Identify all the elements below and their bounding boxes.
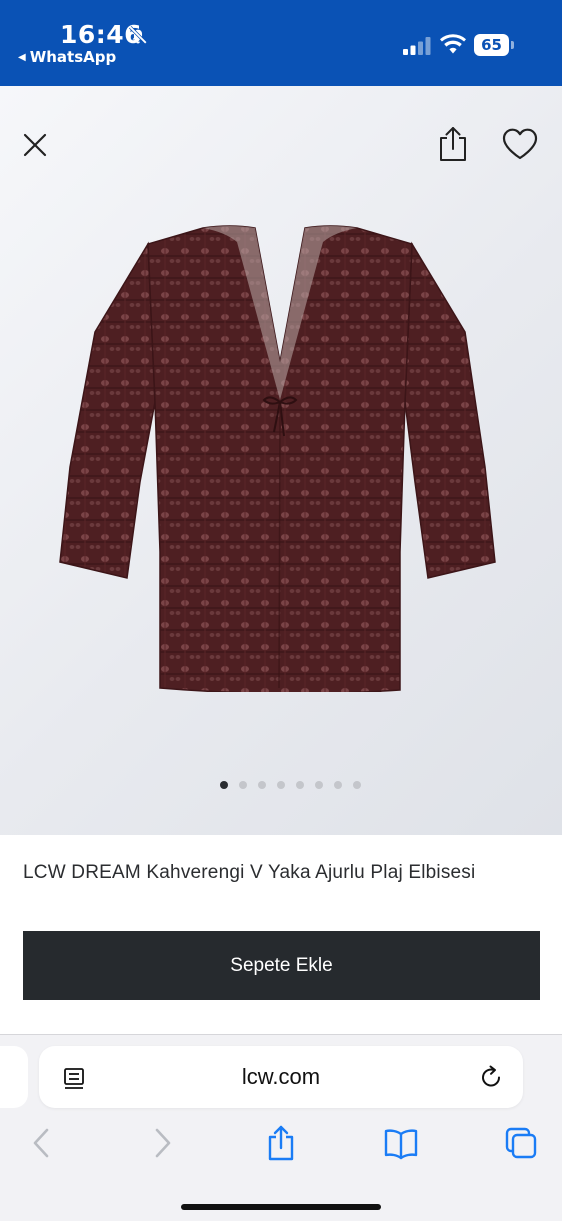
pagination-dot[interactable] [257, 781, 266, 789]
reload-icon[interactable] [479, 1064, 503, 1090]
tabs-icon[interactable] [504, 1123, 538, 1163]
status-bar: 16:46 ◀ WhatsApp 65 [0, 0, 562, 86]
signal-icon [403, 37, 431, 55]
battery-level: 65 [481, 36, 502, 54]
product-title: LCW DREAM Kahverengi V Yaka Ajurlu Plaj … [23, 862, 475, 884]
share-icon[interactable] [434, 124, 472, 164]
pagination-dot[interactable] [238, 781, 247, 789]
url-text[interactable]: lcw.com [39, 1046, 523, 1108]
home-indicator[interactable] [181, 1204, 381, 1210]
product-gallery[interactable] [0, 86, 562, 835]
close-icon[interactable] [18, 128, 52, 162]
pagination-dot-active[interactable] [219, 781, 228, 789]
share-icon[interactable] [266, 1123, 296, 1163]
pagination-dot[interactable] [295, 781, 304, 789]
back-triangle-icon: ◀ [18, 51, 26, 63]
heart-icon[interactable] [500, 126, 540, 162]
forward-icon[interactable] [150, 1123, 176, 1163]
back-to-app-link[interactable]: ◀ WhatsApp [18, 48, 116, 66]
pagination-dot[interactable] [276, 781, 285, 789]
address-bar[interactable]: lcw.com [39, 1046, 523, 1108]
product-image[interactable] [55, 222, 505, 692]
back-icon[interactable] [28, 1123, 54, 1163]
browser-toolbar: lcw.com [0, 1034, 562, 1221]
product-brand: LCW DREAM [23, 862, 141, 883]
image-pagination[interactable] [0, 781, 562, 793]
previous-tab-card[interactable] [0, 1046, 28, 1108]
page-menu-icon[interactable] [61, 1065, 87, 1091]
battery-icon: 65 [474, 34, 514, 56]
add-to-cart-button[interactable]: Sepete Ekle [23, 931, 540, 1000]
bell-slash-icon [129, 26, 147, 44]
back-app-label: WhatsApp [29, 48, 117, 66]
pagination-dot[interactable] [314, 781, 323, 789]
pagination-dot[interactable] [333, 781, 342, 789]
wifi-icon [440, 34, 466, 54]
pagination-dot[interactable] [352, 781, 361, 789]
product-name: Kahverengi V Yaka Ajurlu Plaj Elbisesi [146, 862, 476, 883]
bookmarks-icon[interactable] [383, 1123, 419, 1163]
